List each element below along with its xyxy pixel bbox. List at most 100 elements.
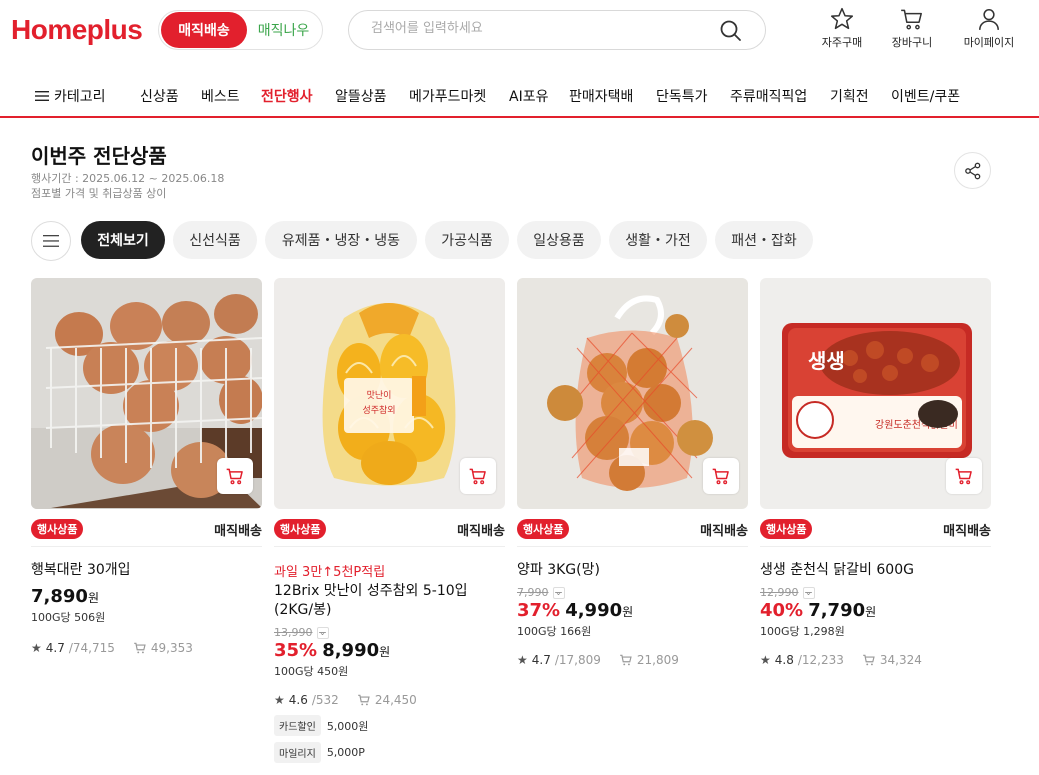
chevron-down-icon[interactable]: ⌄ [316, 626, 329, 639]
discount-rate: 37% [517, 600, 561, 621]
main-nav: 카테고리 신상품 베스트 전단행사 알뜰상품 메가푸드마켓 AI포유 판매자택배… [0, 72, 1039, 118]
product-image[interactable]: 맛난이 성주참외 [274, 278, 505, 509]
homeplus-logo[interactable]: Homeplus [11, 14, 143, 46]
currency-unit: 원 [865, 605, 877, 619]
unit-price: 100G당 450원 [274, 665, 349, 678]
add-to-cart-button[interactable] [217, 458, 253, 494]
star-icon: ★ [274, 693, 285, 707]
product-card[interactable]: 맛난이 성주참외 행사상품 매직배송 과일 3만↑5천P적립 12Brix 맛난… [274, 278, 505, 763]
filter-chip-dairy-frozen[interactable]: 유제품・냉장・냉동 [265, 221, 417, 259]
frequent-purchase-label: 자주구매 [821, 36, 863, 49]
search-bar [348, 10, 766, 50]
cart-count: 24,450 [374, 693, 417, 707]
filter-chip-living-appliance[interactable]: 생활・가전 [609, 221, 707, 259]
cart-count: 49,353 [150, 641, 193, 655]
promo-text: 과일 3만↑5천P적립 [274, 565, 386, 580]
mypage-label: 마이페이지 [963, 36, 1015, 49]
star-icon: ★ [31, 641, 42, 655]
add-to-cart-button[interactable] [946, 458, 982, 494]
page-title: 이번주 전단상품 [31, 144, 167, 168]
star-icon: ★ [517, 653, 528, 667]
product-name[interactable]: 행복대란 30개입 [31, 561, 262, 580]
product-image[interactable]: 생생 강원도춘천식닭갈비 [760, 278, 991, 509]
event-badge: 행사상품 [760, 519, 813, 539]
benefit-value: 5,000원 [326, 719, 369, 733]
rating: 4.7 [531, 653, 551, 667]
search-input[interactable] [369, 20, 699, 37]
review-count: /532 [311, 693, 339, 707]
nav-item-new[interactable]: 신상품 [140, 86, 179, 106]
nav-item-events[interactable]: 이벤트/쿠폰 [891, 86, 960, 106]
delivery-type: 매직배송 [457, 524, 505, 539]
filter-chip-fashion[interactable]: 패션・잡화 [715, 221, 813, 259]
nav-item-flyer[interactable]: 전단행사 [261, 86, 313, 106]
add-to-cart-button[interactable] [460, 458, 496, 494]
product-image[interactable] [31, 278, 262, 509]
product-stats: ★ 4.7/17,809 21,809 [517, 653, 748, 667]
chevron-down-icon[interactable]: ⌄ [802, 586, 815, 599]
original-price-row: 7,990 ⌄ [517, 586, 748, 599]
product-image[interactable] [517, 278, 748, 509]
magic-now-tab[interactable]: 매직나우 [247, 20, 320, 40]
product-name[interactable]: 생생 춘천식 닭갈비 600G [760, 561, 991, 580]
cart-icon [955, 468, 972, 485]
filter-chip-processed[interactable]: 가공식품 [425, 221, 509, 259]
product-name[interactable]: 12Brix 맛난이 성주참외 5-10입(2KG/봉) [274, 582, 505, 620]
badge-row: 행사상품 매직배송 [274, 509, 505, 547]
discount-rate: 35% [274, 640, 318, 661]
product-card[interactable]: 행사상품 매직배송 행복대란 30개입 7,890원 100G당 506원 ★ … [31, 278, 262, 655]
nav-item-exhibition[interactable]: 기획전 [830, 86, 869, 106]
badge-row: 행사상품 매직배송 [760, 509, 991, 547]
nav-item-megafood[interactable]: 메가푸드마켓 [409, 86, 486, 106]
product-card[interactable]: 행사상품 매직배송 양파 3KG(망) 7,990 ⌄ 37% 4,990원 1… [517, 278, 748, 667]
cart-count: 34,324 [879, 653, 922, 667]
delivery-mode-toggle[interactable]: 매직배송 매직나우 [158, 10, 323, 50]
cart-button[interactable]: 장바구니 [886, 6, 938, 50]
svg-text:생생: 생생 [808, 349, 845, 373]
mileage-benefit: 마일리지 5,000P [274, 742, 505, 763]
event-badge: 행사상품 [31, 519, 84, 539]
nav-item-liquor-pickup[interactable]: 주류매직픽업 [730, 86, 807, 106]
unit-price: 100G당 506원 [31, 611, 106, 624]
star-icon [830, 7, 854, 30]
product-name[interactable]: 양파 3KG(망) [517, 561, 748, 580]
delivery-type: 매직배송 [700, 524, 748, 539]
filter-chip-all[interactable]: 전체보기 [81, 221, 165, 259]
product-card[interactable]: 생생 강원도춘천식닭갈비 행사상품 매직배송 생생 춘천식 닭갈비 600G 1… [760, 278, 991, 667]
rating: 4.7 [45, 641, 65, 655]
svg-text:성주참외: 성주참외 [362, 404, 395, 416]
star-icon: ★ [760, 653, 771, 667]
filter-menu-button[interactable] [31, 221, 71, 261]
category-menu-button[interactable]: 카테고리 [35, 86, 106, 106]
benefit-value: 5,000P [326, 746, 365, 759]
filter-chip-fresh[interactable]: 신선식품 [173, 221, 257, 259]
search-icon[interactable] [719, 19, 743, 47]
unit-price: 100G당 166원 [517, 625, 592, 638]
chevron-down-icon[interactable]: ⌄ [552, 586, 565, 599]
benefit-tag: 마일리지 [274, 742, 321, 763]
share-button[interactable] [954, 152, 991, 189]
delivery-type: 매직배송 [943, 524, 991, 539]
delivery-type: 매직배송 [214, 524, 262, 539]
nav-item-value[interactable]: 알뜰상품 [335, 86, 387, 106]
cart-count-icon [863, 654, 875, 666]
magic-delivery-tab[interactable]: 매직배송 [161, 12, 247, 48]
card-discount-benefit: 카드할인 5,000원 [274, 715, 505, 736]
mypage-button[interactable]: 마이페이지 [958, 6, 1020, 50]
cart-icon [901, 9, 922, 30]
filter-chip-daily[interactable]: 일상용품 [517, 221, 601, 259]
nav-item-best[interactable]: 베스트 [201, 86, 240, 106]
frequent-purchase-button[interactable]: 자주구매 [816, 6, 868, 50]
list-icon [43, 235, 59, 247]
nav-item-exclusive[interactable]: 단독특가 [656, 86, 708, 106]
discount-rate: 40% [760, 600, 804, 621]
rating: 4.6 [288, 693, 308, 707]
sale-price: 8,990 [322, 640, 380, 661]
nav-item-seller-delivery[interactable]: 판매자택배 [569, 86, 633, 106]
share-icon [964, 162, 980, 179]
nav-item-ai-for-you[interactable]: AI포유 [509, 86, 548, 106]
add-to-cart-button[interactable] [703, 458, 739, 494]
sale-price: 7,790 [808, 600, 866, 621]
hamburger-icon [35, 91, 49, 101]
benefit-tag: 카드할인 [274, 715, 321, 736]
